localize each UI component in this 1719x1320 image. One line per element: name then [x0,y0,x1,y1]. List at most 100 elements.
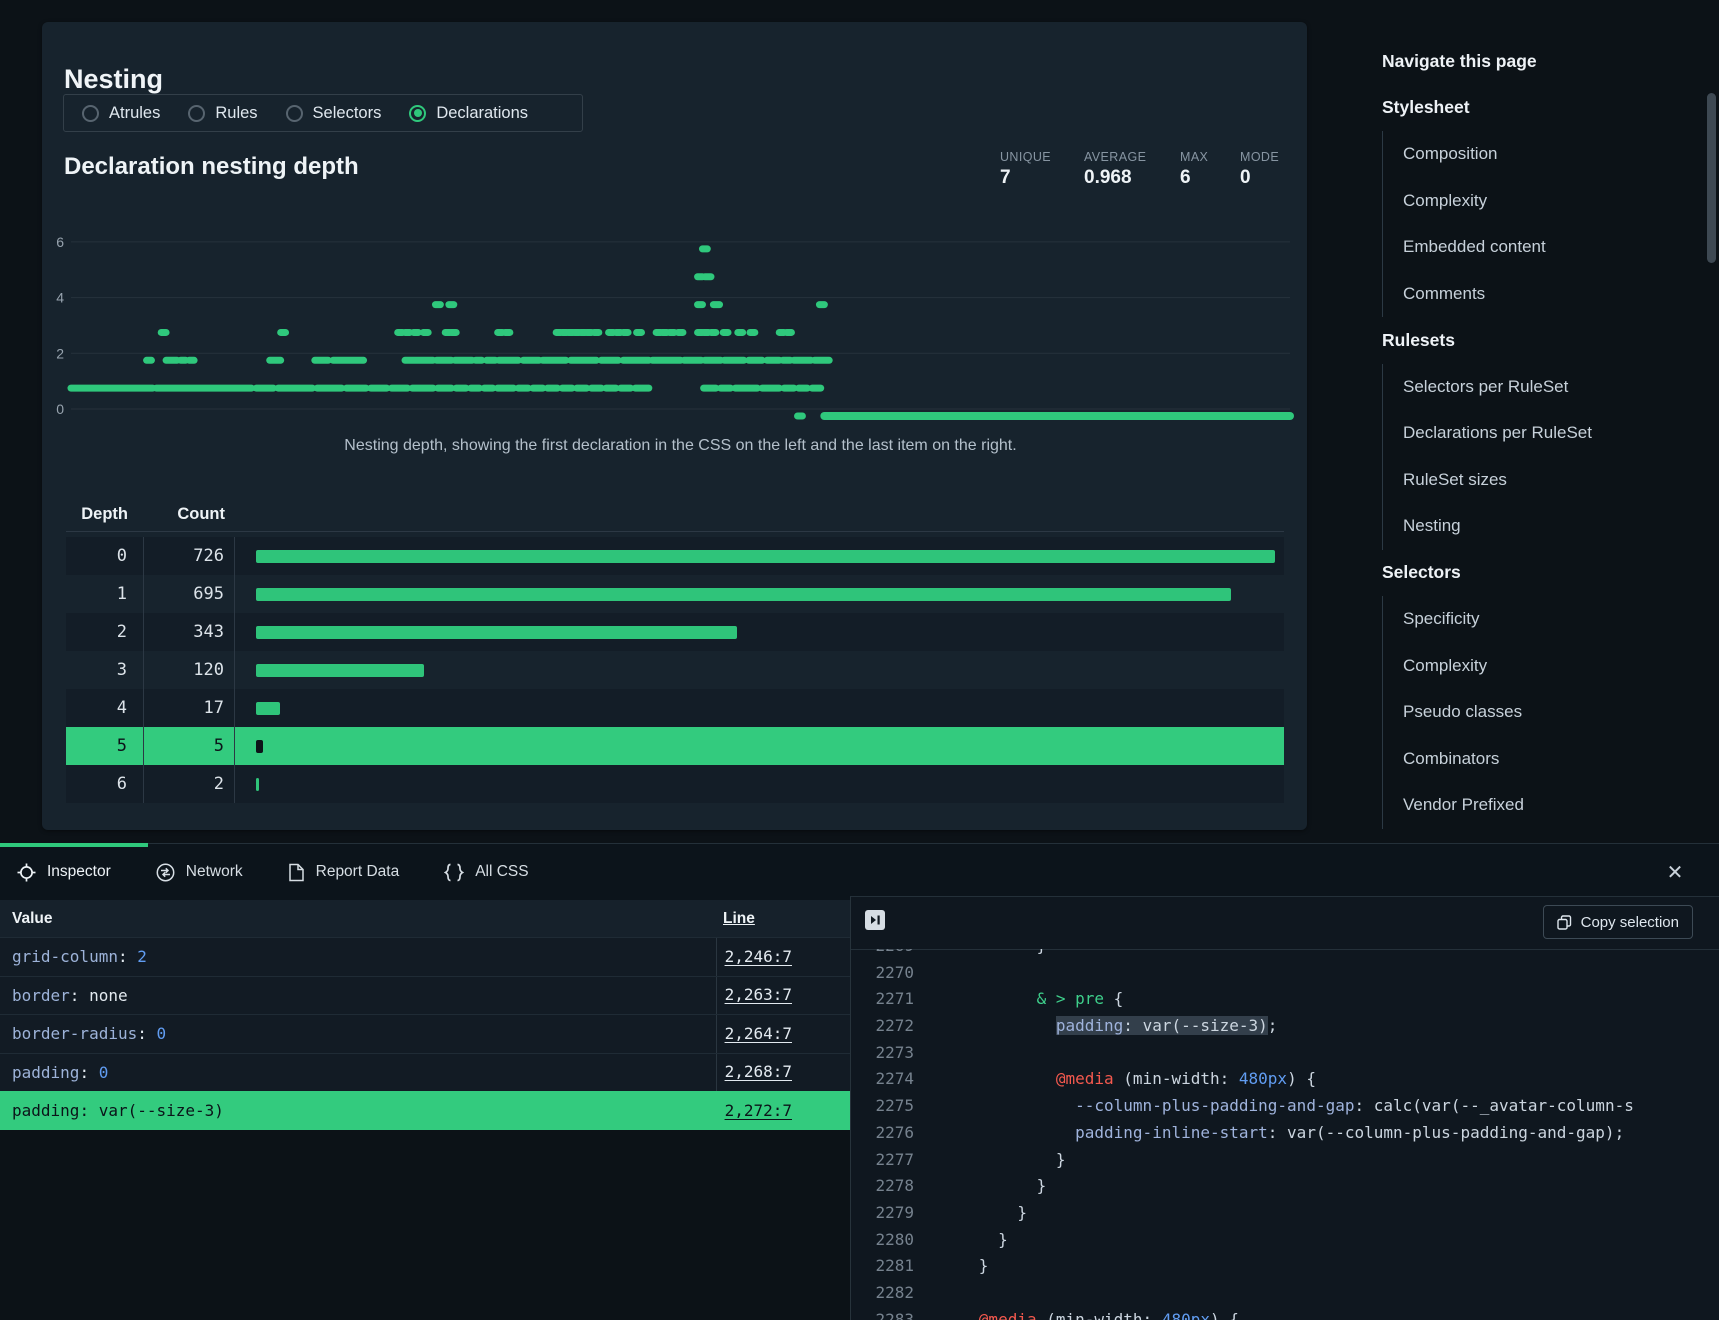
chart-caption: Nesting depth, showing the first declara… [71,437,1290,455]
depth-table-row-5[interactable]: 55 [66,727,1284,765]
expand-panel-icon [868,913,882,927]
colon: : [79,1101,98,1120]
sidebar-item-embedded-content[interactable]: Embedded content [1383,224,1632,271]
code-text: @media (min-width: 480px) { [921,1069,1316,1088]
count-bar [256,778,259,791]
document-icon [288,863,305,882]
line-number: 2271 [851,986,914,1013]
dock-tabbar: Inspector Network Report Data All CSS ✕ [0,843,1719,900]
nav-title: Navigate this page [1382,38,1632,85]
css-value: 2 [137,947,147,966]
count-bar [256,550,1275,563]
css-property: padding [12,1063,79,1082]
nav-items-group: CompositionComplexityEmbedded contentCom… [1382,131,1632,317]
sidebar-item-pseudo-classes[interactable]: Pseudo classes [1383,689,1632,736]
line-number: 2282 [851,1280,914,1307]
line-link[interactable]: 2,272:7 [725,1101,792,1120]
line-number: 2272 [851,1013,914,1040]
depth-table-row-6[interactable]: 62 [66,765,1284,803]
inspector-row[interactable]: border: none2,263:7 [0,976,850,1015]
code-text: } [921,1176,1046,1195]
nav-section-selectors: Selectors [1382,550,1632,597]
line-number: 2278 [851,1173,914,1200]
code-line-2274: 2274 @media (min-width: 480px) { [851,1066,1719,1093]
code-line-2283: 2283 @media (min-width: 480px) { [851,1307,1719,1320]
depth-column-header: Depth [66,498,144,531]
sidebar-item-selectors-per-ruleset[interactable]: Selectors per RuleSet [1383,364,1632,411]
inspector-values-panel: Value Line grid-column: 22,246:7border: … [0,900,850,1320]
depth-table-row-4[interactable]: 4 17 [66,689,1284,727]
line-number: 2276 [851,1120,914,1147]
tab-report-data[interactable]: Report Data [288,863,400,882]
tab-network[interactable]: Network [156,863,243,882]
count-cell: 17 [204,698,224,718]
depth-cell: 1 [117,584,127,604]
count-cell: 695 [193,584,224,604]
line-column-header[interactable]: Line [717,910,850,928]
code-text: padding: var(--size-3); [921,1016,1277,1035]
expand-panel-button[interactable] [865,910,885,930]
depth-cell: 2 [117,622,127,642]
code-line-2277: 2277 } [851,1147,1719,1174]
sidebar-item-nesting[interactable]: Nesting [1383,503,1632,550]
colon: : [70,986,89,1005]
count-bar [256,664,424,677]
code-text: @media (min-width: 480px) { [921,1310,1239,1320]
tab-label: Report Data [316,863,400,881]
line-number: 2273 [851,1040,914,1067]
code-text: } [921,1203,1027,1222]
line-link[interactable]: 2,263:7 [725,985,792,1004]
tab-label: Inspector [47,863,111,881]
sidebar-item-combinators[interactable]: Combinators [1383,736,1632,783]
code-text: --column-plus-padding-and-gap: calc(var(… [921,1096,1634,1115]
depth-table-row-3[interactable]: 3120 [66,651,1284,689]
copy-icon [1557,915,1572,930]
sidebar-item-complexity[interactable]: Complexity [1383,643,1632,690]
inspector-row[interactable]: padding: var(--size-3)2,272:7 [0,1091,850,1130]
sidebar-item-comments[interactable]: Comments [1383,271,1632,318]
close-dock-button[interactable]: ✕ [1661,858,1689,886]
inspector-table-header: Value Line [0,900,850,937]
code-text: } [921,1230,1008,1249]
sidebar-item-ruleset-sizes[interactable]: RuleSet sizes [1383,457,1632,504]
depth-table-row-2[interactable]: 2343 [66,613,1284,651]
copy-selection-button[interactable]: Copy selection [1543,905,1693,939]
line-link[interactable]: 2,264:7 [725,1024,792,1043]
tab-inspector[interactable]: Inspector [17,863,111,882]
inspector-row[interactable]: grid-column: 22,246:7 [0,937,850,976]
code-text: } [921,949,1046,955]
nav-section-rulesets: Rulesets [1382,317,1632,364]
count-bar [256,702,280,715]
sidebar-item-declarations-per-ruleset[interactable]: Declarations per RuleSet [1383,410,1632,457]
line-number: 2280 [851,1227,914,1254]
count-cell: 5 [214,736,224,756]
css-value: var(--size-3) [99,1101,224,1120]
sidebar-item-complexity[interactable]: Complexity [1383,178,1632,225]
sidebar-item-composition[interactable]: Composition [1383,131,1632,178]
css-value: 0 [157,1024,167,1043]
code-line-2273: 2273 [851,1040,1719,1067]
tab-all-css[interactable]: All CSS [444,863,528,882]
css-source-code: 2269 }22702271 & > pre {2272 padding: va… [851,949,1719,1320]
line-link[interactable]: 2,246:7 [725,947,792,966]
y-axis-tick-label: 6 [56,234,64,250]
line-number: 2275 [851,1093,914,1120]
sidebar-item-vendor-prefixed[interactable]: Vendor Prefixed [1383,782,1632,829]
depth-cell: 4 [117,698,127,718]
tab-label: All CSS [475,863,528,881]
y-axis-tick-label: 4 [56,290,64,306]
css-property: border-radius [12,1024,137,1043]
y-axis-tick-label: 0 [56,401,64,417]
inspector-row[interactable]: border-radius: 02,264:7 [0,1014,850,1053]
code-text: & > pre { [921,989,1123,1008]
depth-table-row-1[interactable]: 1695 [66,575,1284,613]
page-scrollbar-thumb[interactable] [1707,93,1716,263]
page-navigation: Navigate this page StylesheetComposition… [1382,38,1632,829]
count-cell: 2 [214,774,224,794]
line-number: 2274 [851,1066,914,1093]
inspector-row[interactable]: padding: 02,268:7 [0,1053,850,1092]
depth-table-row-0[interactable]: 0726 [66,537,1284,575]
sidebar-item-specificity[interactable]: Specificity [1383,596,1632,643]
nesting-card: Nesting AtrulesRulesSelectorsDeclaration… [42,22,1307,830]
line-link[interactable]: 2,268:7 [725,1062,792,1081]
